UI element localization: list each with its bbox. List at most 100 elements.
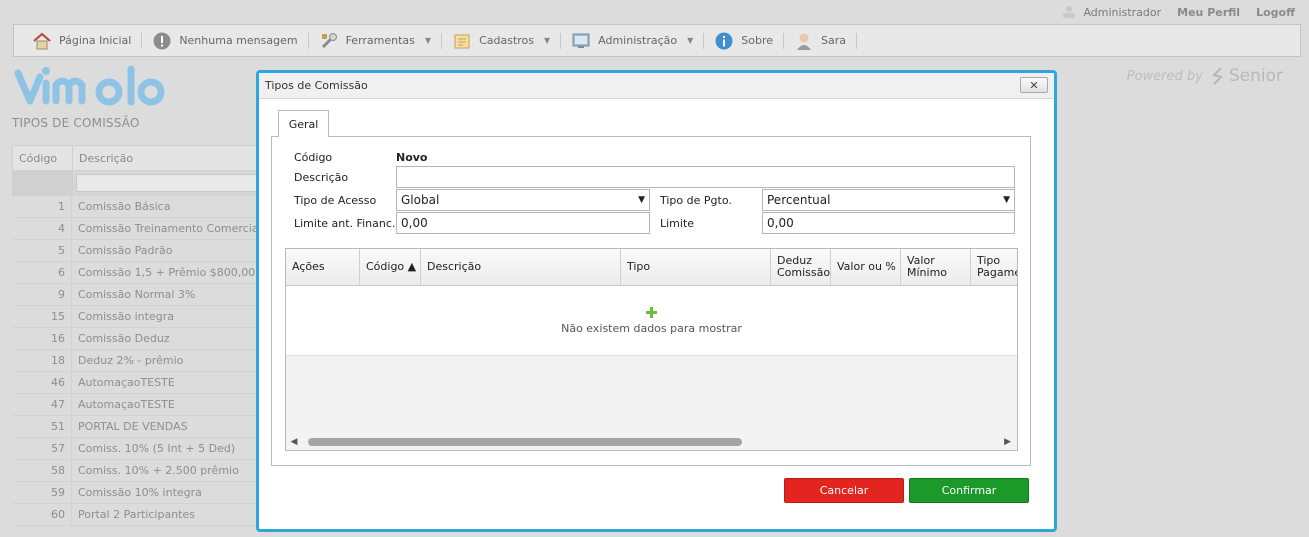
column-header[interactable]: Deduz Comissão xyxy=(771,249,831,285)
table-row[interactable]: 58 Comiss. 10% + 2.500 prêmio xyxy=(12,460,262,482)
column-header[interactable]: Valor Mínimo xyxy=(901,249,971,285)
close-button[interactable]: ✕ xyxy=(1020,77,1048,93)
descricao-label: Descrição xyxy=(294,171,349,184)
filter-descricao-input[interactable] xyxy=(76,174,259,192)
menu-home[interactable]: Página Inicial xyxy=(24,25,139,56)
table-row[interactable]: 9 Comissão Normal 3% xyxy=(12,284,262,306)
table-row[interactable]: 1 Comissão Básica xyxy=(12,196,262,218)
cell-descricao: Comissão 1,5 + Prêmio $800,00 xyxy=(78,266,256,279)
page-title: TIPOS DE COMISSÃO xyxy=(12,116,140,130)
menu-divider xyxy=(783,32,785,49)
menu-messages[interactable]: Nenhuma mensagem xyxy=(144,25,305,56)
empty-grid-message: Não existem dados para mostrar xyxy=(286,286,1017,356)
cancel-button[interactable]: Cancelar xyxy=(784,478,904,503)
menu-cadastros-label: Cadastros xyxy=(479,34,534,47)
cell-descricao: Deduz 2% - prêmio xyxy=(78,354,184,367)
dialog-header: Tipos de Comissão ✕ xyxy=(259,73,1054,99)
table-row[interactable]: 4 Comissão Treinamento Comercial xyxy=(12,218,262,240)
table-row[interactable]: 16 Comissão Deduz xyxy=(12,328,262,350)
tipo-pgto-label: Tipo de Pgto. xyxy=(660,194,732,207)
admin-icon xyxy=(571,31,591,51)
menu-user-label: Sara xyxy=(821,34,847,47)
menu-tools-label: Ferramentas xyxy=(345,34,415,47)
menu-home-label: Página Inicial xyxy=(59,34,132,47)
menu-divider xyxy=(307,32,309,49)
menu-admin[interactable]: Administração ▼ xyxy=(563,25,701,56)
table-row[interactable]: 51 PORTAL DE VENDAS xyxy=(12,416,262,438)
column-header-codigo[interactable]: Código xyxy=(13,146,73,170)
menu-messages-label: Nenhuma mensagem xyxy=(179,34,298,47)
menu-divider xyxy=(703,32,705,49)
admin-link[interactable]: Administrador xyxy=(1061,5,1161,19)
limite-ant-input[interactable]: 0,00 xyxy=(396,212,650,234)
cell-codigo: 4 xyxy=(12,218,72,239)
chevron-down-icon: ▼ xyxy=(638,195,645,205)
cell-codigo: 47 xyxy=(12,394,72,415)
alert-icon xyxy=(152,31,172,51)
info-icon xyxy=(714,31,734,51)
powered-by: Powered by Senior xyxy=(1127,66,1283,86)
column-header[interactable]: Código ▲ xyxy=(360,249,421,285)
cell-descricao: PORTAL DE VENDAS xyxy=(78,420,188,433)
cell-codigo: 60 xyxy=(12,504,72,525)
cell-codigo: 58 xyxy=(12,460,72,481)
cell-descricao: Comiss. 10% + 2.500 prêmio xyxy=(78,464,239,477)
menu-divider xyxy=(856,32,858,49)
tipo-acesso-value: Global xyxy=(401,193,440,207)
grid-body: 1 Comissão Básica 4 Comissão Treinamento Co… xyxy=(12,196,262,526)
horizontal-scrollbar[interactable]: ◀ ▶ xyxy=(286,434,1017,450)
close-icon: ✕ xyxy=(1029,78,1039,92)
grid-empty-area xyxy=(286,356,1017,434)
tab-panel-geral: Código Novo Descrição Tipo de Acesso Glo… xyxy=(271,136,1031,466)
column-header[interactable]: Valor ou % xyxy=(831,249,901,285)
descricao-input[interactable] xyxy=(396,166,1015,188)
cell-descricao: Comissão 10% integra xyxy=(78,486,202,499)
table-row[interactable]: 59 Comissão 10% integra xyxy=(12,482,262,504)
table-row[interactable]: 18 Deduz 2% - prêmio xyxy=(12,350,262,372)
menu-sobre[interactable]: Sobre xyxy=(706,25,781,56)
profile-link[interactable]: Meu Perfil xyxy=(1177,6,1240,19)
table-row[interactable]: 15 Comissão integra xyxy=(12,306,262,328)
codigo-label: Código xyxy=(294,151,333,164)
confirm-button[interactable]: Confirmar xyxy=(909,478,1029,503)
table-row[interactable]: 60 Portal 2 Participantes xyxy=(12,504,262,526)
scroll-right-icon[interactable]: ▶ xyxy=(1004,437,1011,447)
scrollbar-thumb[interactable] xyxy=(308,438,742,446)
table-row[interactable]: 46 AutomaçaoTESTE xyxy=(12,372,262,394)
column-header[interactable]: Tipo Pagamento xyxy=(971,249,1017,285)
table-row[interactable]: 6 Comissão 1,5 + Prêmio $800,00 xyxy=(12,262,262,284)
cell-codigo: 46 xyxy=(12,372,72,393)
folder-icon xyxy=(452,31,472,51)
column-header[interactable]: Descrição xyxy=(421,249,621,285)
add-plus-icon[interactable] xyxy=(646,306,657,318)
tipo-pgto-select[interactable]: Percentual ▼ xyxy=(762,189,1015,211)
cell-codigo: 18 xyxy=(12,350,72,371)
tipo-acesso-select[interactable]: Global ▼ xyxy=(396,189,650,211)
cell-codigo: 51 xyxy=(12,416,72,437)
column-header[interactable]: Tipo xyxy=(621,249,771,285)
user-avatar-icon xyxy=(794,31,814,51)
menu-tools[interactable]: Ferramentas ▼ xyxy=(311,25,439,56)
grid-filter-row xyxy=(12,171,262,196)
scroll-left-icon[interactable]: ◀ xyxy=(286,437,302,447)
menu-admin-label: Administração xyxy=(598,34,678,47)
menu-cadastros[interactable]: Cadastros ▼ xyxy=(444,25,558,56)
tab-geral[interactable]: Geral xyxy=(278,110,329,137)
admin-user-icon xyxy=(1063,6,1076,18)
table-row[interactable]: 57 Comiss. 10% (5 Int + 5 Ded) xyxy=(12,438,262,460)
cell-descricao: Comissão integra xyxy=(78,310,174,323)
cell-descricao: Comissão Normal 3% xyxy=(78,288,196,301)
column-header-descricao[interactable]: Descrição xyxy=(73,146,261,170)
limite-input[interactable]: 0,00 xyxy=(762,212,1015,234)
logoff-link[interactable]: Logoff xyxy=(1256,6,1295,19)
column-header[interactable]: Ações xyxy=(286,249,360,285)
items-grid-header: Ações Código ▲ Descrição Tipo Deduz Comissão… xyxy=(286,249,1017,286)
filter-descricao-cell xyxy=(73,171,262,196)
menu-user[interactable]: Sara xyxy=(786,25,854,56)
cell-codigo: 15 xyxy=(12,306,72,327)
tipo-acesso-label: Tipo de Acesso xyxy=(294,194,377,207)
cell-codigo: 57 xyxy=(12,438,72,459)
table-row[interactable]: 47 AutomaçaoTESTE xyxy=(12,394,262,416)
top-links: Administrador Meu Perfil Logoff xyxy=(1061,5,1295,19)
table-row[interactable]: 5 Comissão Padrão xyxy=(12,240,262,262)
